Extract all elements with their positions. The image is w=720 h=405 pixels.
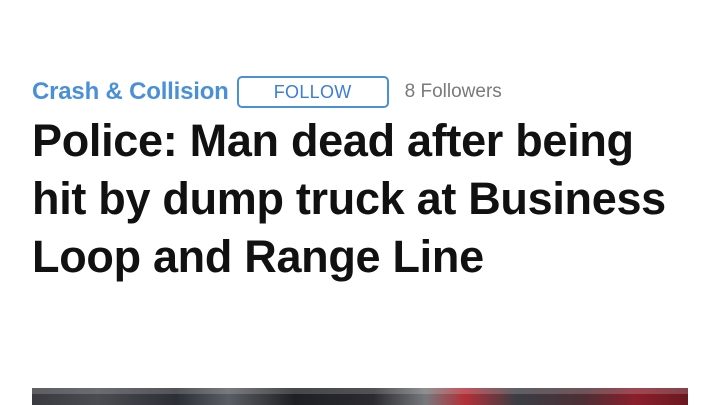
- follow-button[interactable]: FOLLOW: [236, 76, 389, 108]
- topic-link[interactable]: Crash & Collision: [32, 78, 229, 106]
- article-hero-image[interactable]: [32, 388, 688, 405]
- topic-header: Crash & Collision FOLLOW 8 Followers: [32, 75, 502, 109]
- article-headline: Police: Man dead after being hit by dump…: [32, 115, 666, 282]
- followers-count: 8 Followers: [404, 81, 502, 102]
- hero-image-highlight: [32, 388, 688, 394]
